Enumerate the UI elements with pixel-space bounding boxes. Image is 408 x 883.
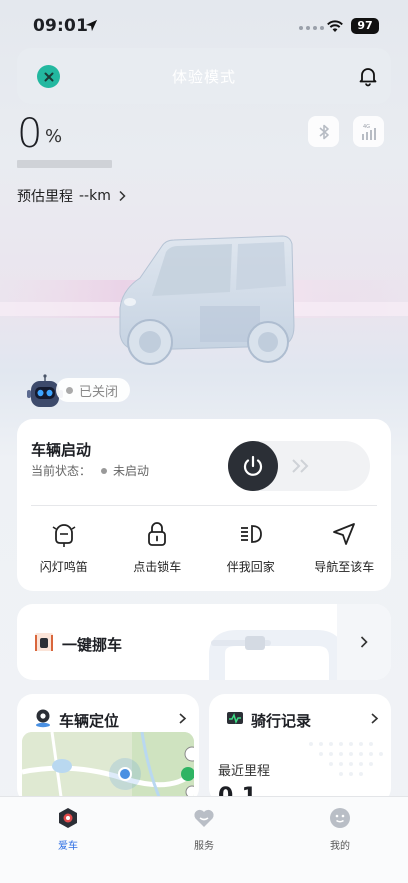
vehicle-start-title: 车辆启动: [31, 441, 92, 459]
move-car-card[interactable]: 一键挪车: [17, 604, 391, 680]
svg-text:4G: 4G: [363, 124, 370, 130]
battery-indicator: 97: [351, 18, 379, 34]
horn-flash-button[interactable]: 闪灯鸣笛: [17, 520, 111, 575]
bell-icon[interactable]: [357, 65, 379, 87]
robot-status-pill: 已关闭: [56, 378, 131, 402]
chevron-right-icon: [371, 713, 379, 724]
car-image: [119, 235, 295, 365]
bluetooth-icon: [318, 124, 329, 139]
action-label: 伴我回家: [226, 560, 275, 574]
chevron-right-icon: [179, 713, 187, 724]
move-car-icon: [35, 633, 53, 651]
state-dot: [101, 467, 108, 474]
heart-rate-icon: [227, 712, 243, 725]
tab-services[interactable]: 服务: [136, 797, 272, 883]
header-bar: 体验模式: [17, 48, 391, 104]
tab-label: 服务: [194, 841, 214, 852]
ride-record-title: 骑行记录: [251, 712, 312, 730]
car-tab-icon: [59, 808, 77, 828]
charge-unit: %: [45, 126, 63, 147]
action-label: 点击锁车: [133, 560, 182, 574]
state-value: 未启动: [113, 464, 150, 478]
vehicle-location-title: 车辆定位: [59, 712, 120, 730]
ride-card-decoration: [309, 742, 383, 776]
double-chevron-right-icon: [292, 459, 309, 473]
ride-record-card[interactable]: 骑行记录 最近里程 0.1: [209, 694, 391, 804]
power-slider[interactable]: [228, 441, 370, 491]
vehicle-location-card[interactable]: 车辆定位: [17, 694, 199, 804]
range-label: 预估里程: [17, 189, 73, 205]
vehicle-start-card: 车辆启动 当前状态： 未启动 闪灯鸣笛 点击锁车 伴我回家 导航至该车: [17, 419, 391, 591]
navigate-to-car-button[interactable]: 导航至该车: [298, 520, 392, 575]
vehicle-state: 当前状态： 未启动: [31, 462, 149, 479]
cellular-signal-icon: [299, 26, 324, 30]
status-time: 09:01: [33, 16, 89, 36]
tab-my-car[interactable]: 爱车: [0, 797, 136, 883]
tab-label: 爱车: [58, 841, 78, 852]
move-car-graphic: [211, 636, 271, 650]
headlight-icon: [240, 525, 262, 543]
quick-actions: 闪灯鸣笛 点击锁车 伴我回家 导航至该车: [17, 520, 391, 575]
location-arrow-icon: [85, 19, 98, 32]
divider: [31, 505, 377, 506]
lock-car-button[interactable]: 点击锁车: [111, 520, 205, 575]
status-bar: 09:01 97: [0, 0, 408, 52]
charge-progress-bar: [17, 160, 112, 168]
status-dot: [66, 386, 73, 394]
location-pin-icon: [36, 709, 50, 728]
smiley-icon: [330, 808, 350, 828]
page-title: 体验模式: [171, 68, 236, 86]
robot-status-text: 已关闭: [79, 384, 119, 400]
estimated-range[interactable]: 预估里程 --km: [17, 186, 127, 206]
state-label: 当前状态：: [31, 464, 92, 478]
tab-profile[interactable]: 我的: [272, 797, 408, 883]
action-label: 闪灯鸣笛: [39, 560, 88, 574]
network-signal-button[interactable]: 4G: [353, 116, 384, 147]
power-button[interactable]: [228, 441, 278, 491]
horn-icon: [52, 524, 76, 547]
chevron-right-icon: [119, 190, 126, 202]
location-map[interactable]: [22, 732, 194, 804]
charge-value: 0: [17, 111, 43, 157]
heart-icon: [194, 809, 214, 827]
bluetooth-button[interactable]: [308, 116, 339, 147]
lock-icon: [148, 522, 167, 546]
move-car-title: 一键挪车: [62, 636, 123, 654]
chevron-right-icon: [360, 636, 368, 648]
map-tiles: [22, 732, 194, 804]
tab-bar: 爱车 服务 我的: [0, 796, 408, 883]
navigation-icon: [333, 523, 356, 545]
tab-label: 我的: [330, 841, 350, 852]
action-label: 导航至该车: [314, 560, 375, 574]
wifi-icon: [327, 20, 343, 32]
4g-signal-icon: 4G: [361, 124, 376, 140]
range-value: --km: [79, 188, 111, 204]
recent-distance-label: 最近里程: [218, 764, 271, 779]
power-icon: [243, 455, 263, 476]
follow-me-home-button[interactable]: 伴我回家: [204, 520, 298, 575]
